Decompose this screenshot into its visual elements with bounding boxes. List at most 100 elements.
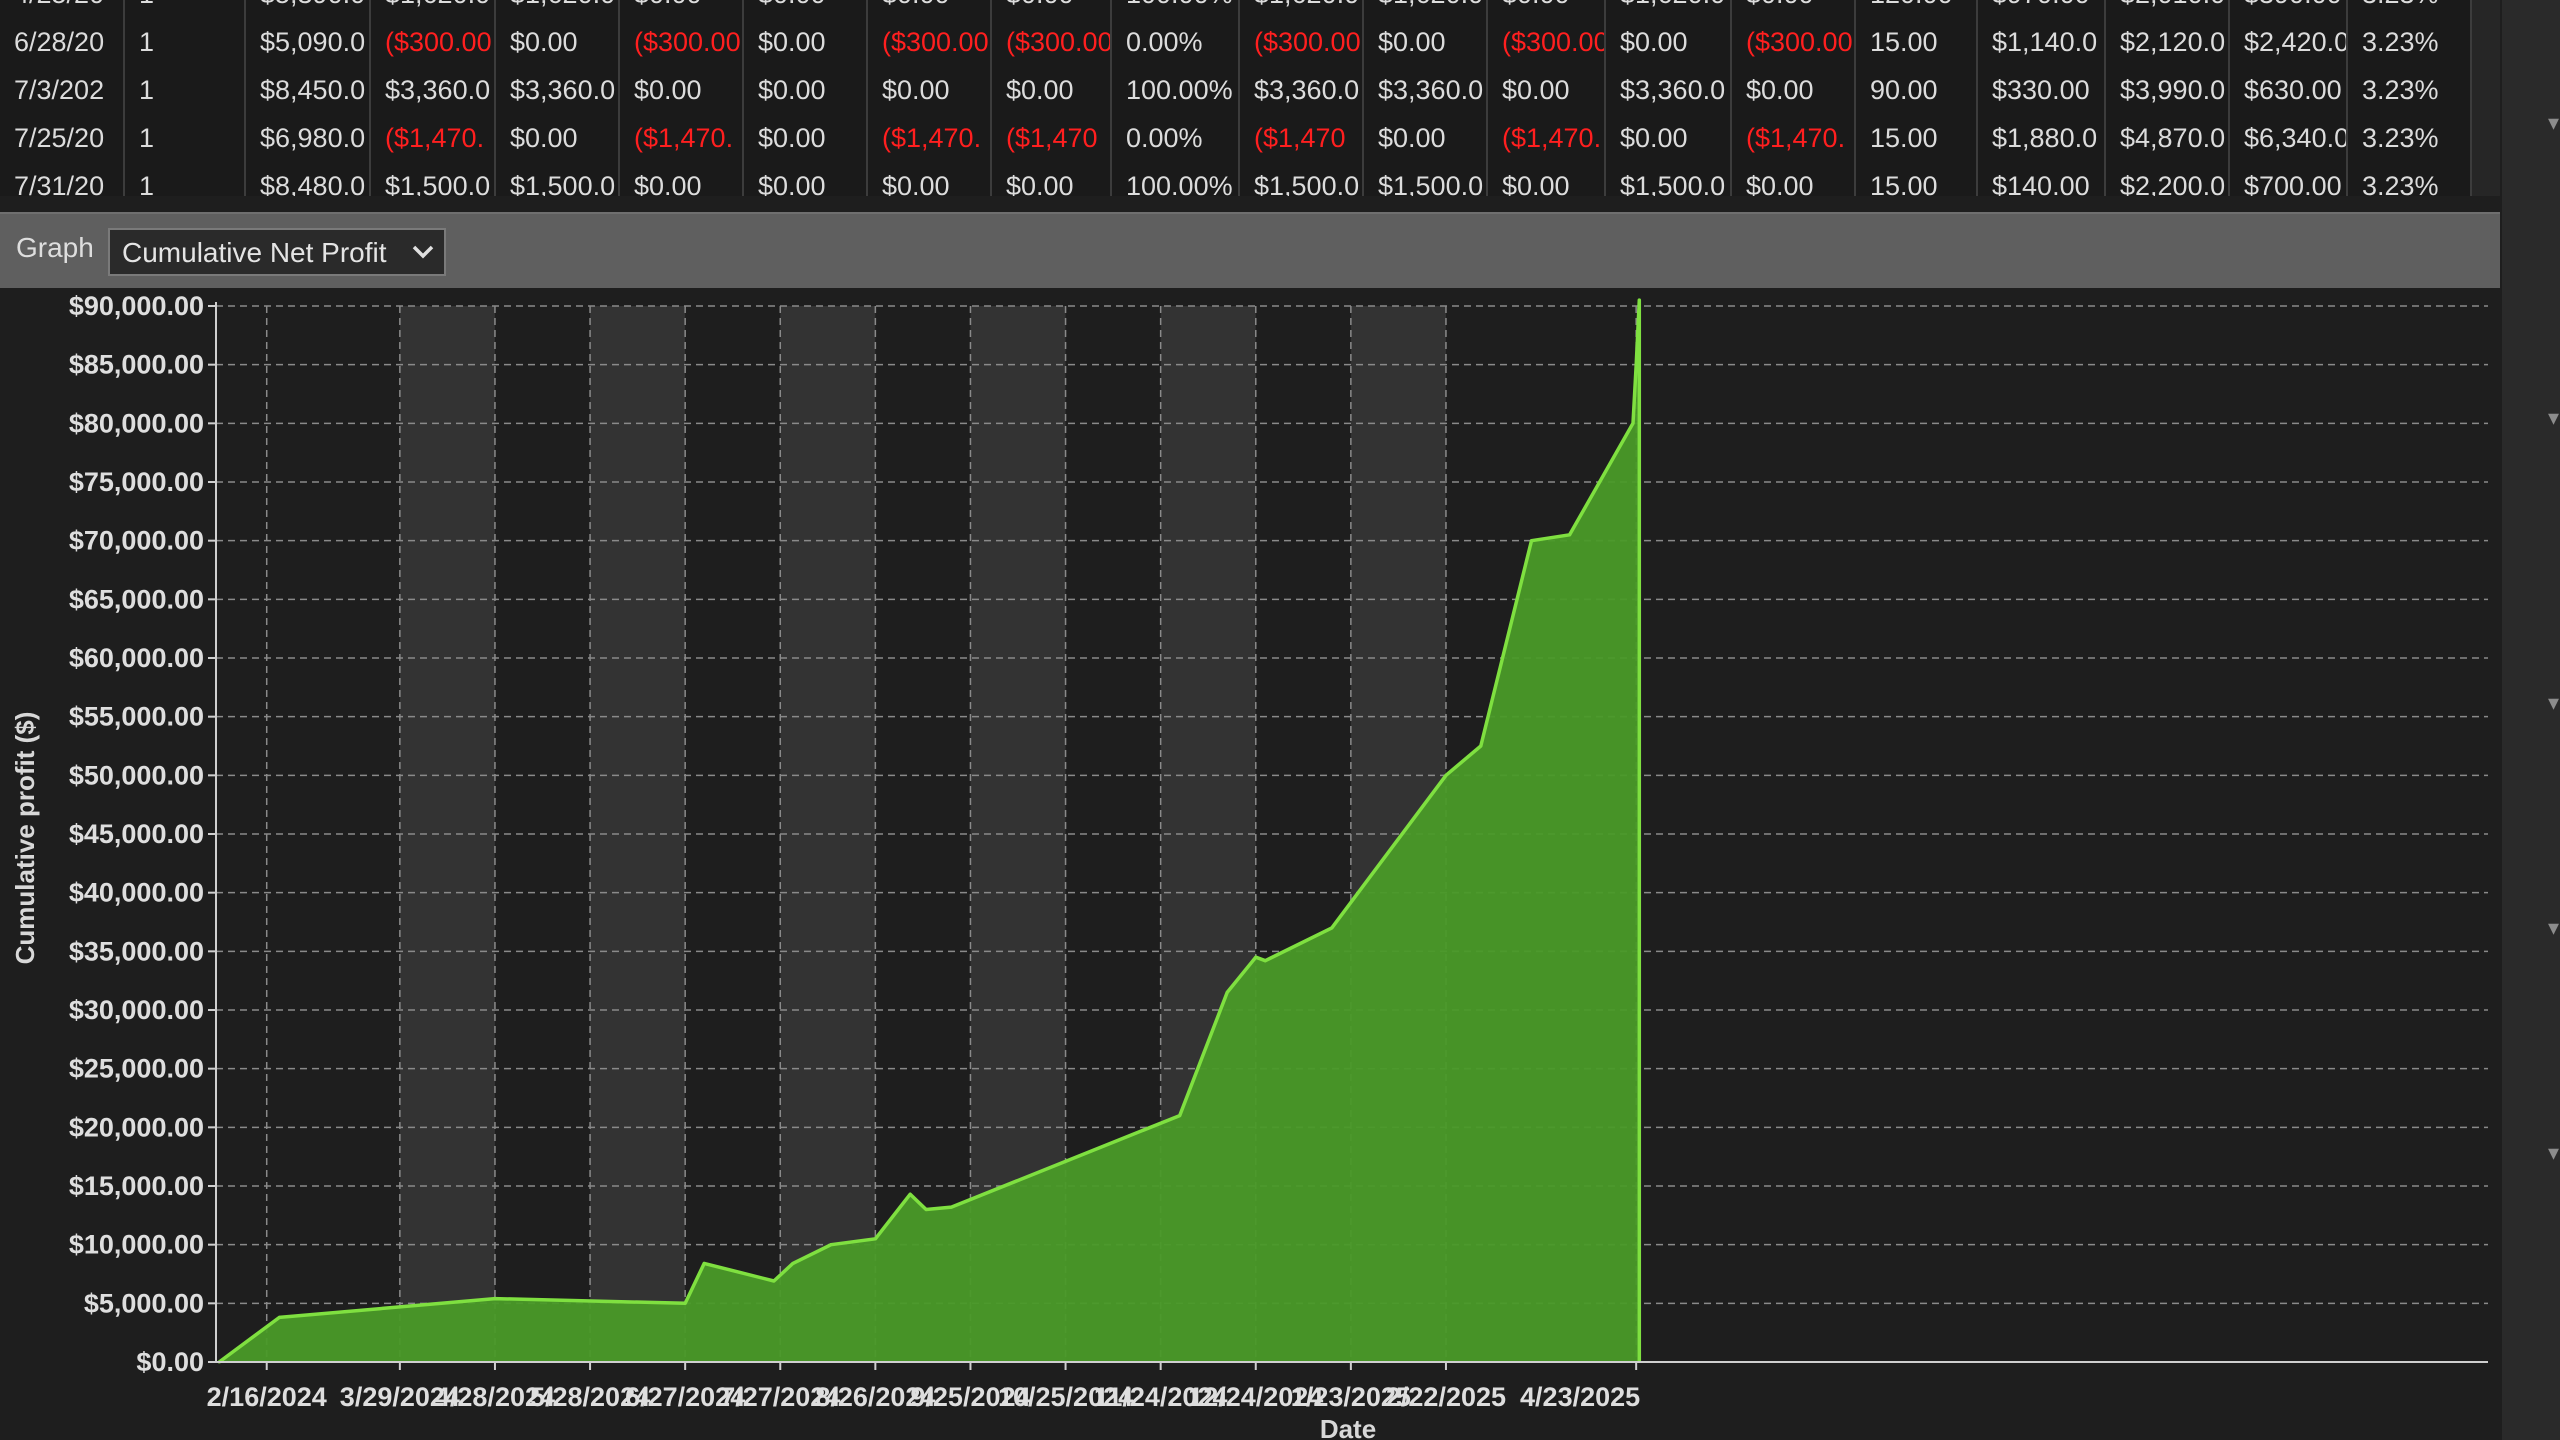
y-tick-label: $80,000.00: [69, 408, 204, 438]
table-cell: $8,480.0: [246, 162, 371, 196]
table-cell: $3,360.0: [496, 66, 620, 114]
table-cell: $0.00: [620, 162, 744, 196]
y-tick-label: $90,000.00: [69, 291, 204, 321]
table-cell: $2,120.0: [2106, 18, 2230, 66]
table-cell: $3,360.0: [1606, 66, 1732, 114]
table-cell: 1: [125, 0, 246, 18]
table-cell: $1,500.0: [371, 162, 496, 196]
table-cell: $0.00: [744, 0, 868, 18]
table-cell: $0.00: [868, 66, 992, 114]
table-cell: $1,140.0: [1978, 18, 2106, 66]
table-cell: 7/25/20: [0, 114, 125, 162]
y-tick-label: $35,000.00: [69, 936, 204, 966]
data-point: [702, 1261, 706, 1265]
table-cell: 7/3/202: [0, 66, 125, 114]
table-row[interactable]: 4/25/201$5,390.0$1,620.0$1,620.0$0.00$0.…: [0, 0, 2500, 18]
y-tick-label: $70,000.00: [69, 526, 204, 556]
table-row[interactable]: 7/31/20 1 $8,480.0 $1,500.0 $1,500.0 $0.00 $0.…: [0, 162, 2500, 196]
chevron-down-icon[interactable]: ▾: [2548, 405, 2559, 431]
table-cell: $0.00: [1732, 0, 1856, 18]
y-tick-label: $50,000.00: [69, 760, 204, 790]
data-point: [829, 1243, 833, 1247]
table-cell: $0.00: [992, 0, 1112, 18]
table-cell: $1,620.0: [496, 0, 620, 18]
graph-type-dropdown[interactable]: Cumulative Net Profit: [108, 228, 446, 276]
chevron-down-icon[interactable]: ▾: [2548, 915, 2559, 941]
data-point: [1631, 421, 1635, 425]
data-point: [683, 1301, 687, 1305]
table-cell: 15.00: [1856, 18, 1978, 66]
table-row[interactable]: 6/28/20 1 $5,090.0 ($300.00 $0.00 ($300.00 $0.…: [0, 18, 2500, 66]
data-point: [791, 1261, 795, 1265]
table-cell: ($1,470.: [371, 114, 496, 162]
table-cell: $2,200.0: [2106, 162, 2230, 196]
x-tick-label: 2/22/2025: [1386, 1382, 1506, 1412]
table-cell: $0.00: [1732, 162, 1856, 196]
table-cell: $8,450.0: [246, 66, 371, 114]
table-cell: 1: [125, 18, 246, 66]
data-point: [1330, 926, 1334, 930]
table-cell: $630.00: [2230, 66, 2348, 114]
table-row[interactable]: 7/3/202 1 $8,450.0 $3,360.0 $3,360.0 $0.00 $0.…: [0, 66, 2500, 114]
table-cell: $5,090.0: [246, 18, 371, 66]
table-cell: 90.00: [1856, 66, 1978, 114]
data-point: [1263, 959, 1267, 963]
data-point: [1479, 744, 1483, 748]
data-point: [1568, 533, 1572, 537]
table-cell: $6,340.0: [2230, 114, 2348, 162]
table-cell: $0.00: [1606, 18, 1732, 66]
table-cell: $0.00: [744, 114, 868, 162]
graph-toolbar: Graph Cumulative Net Profit: [0, 212, 2500, 290]
chevron-down-icon[interactable]: ▾: [2548, 1140, 2559, 1166]
table-cell: $390.00: [2230, 0, 2348, 18]
trades-grid[interactable]: 4/25/201$5,390.0$1,620.0$1,620.0$0.00$0.…: [0, 0, 2500, 196]
table-cell: $0.00: [868, 0, 992, 18]
y-tick-label: $10,000.00: [69, 1230, 204, 1260]
table-cell: $0.00: [1606, 114, 1732, 162]
table-cell: $4,870.0: [2106, 114, 2230, 162]
table-cell: $6,980.0: [246, 114, 371, 162]
x-axis-label: Date: [1320, 1414, 1376, 1440]
table-cell: ($300.00: [1732, 18, 1856, 66]
table-cell: 100.00%: [1112, 162, 1240, 196]
table-cell: $1,620.0: [371, 0, 496, 18]
x-tick-label: 2/16/2024: [207, 1382, 327, 1412]
table-cell: $700.00: [2230, 162, 2348, 196]
table-cell: $5,390.0: [246, 0, 371, 18]
table-cell: 100.00%: [1112, 66, 1240, 114]
table-cell: 3.23%: [2348, 0, 2472, 18]
table-cell: $1,500.0: [1606, 162, 1732, 196]
table-cell: ($300.00: [1240, 18, 1364, 66]
table-cell: $0.00: [744, 162, 868, 196]
table-cell: $0.00: [1488, 162, 1606, 196]
table-cell: $0.00: [496, 114, 620, 162]
table-cell: ($1,470: [1240, 114, 1364, 162]
grid-vertical-scrollbar[interactable]: [2472, 0, 2500, 196]
chevron-down-icon[interactable]: ▾: [2548, 690, 2559, 716]
y-tick-label: $0.00: [136, 1347, 204, 1377]
chevron-down-icon[interactable]: ▾: [2548, 110, 2559, 136]
table-cell: ($300.00: [992, 18, 1112, 66]
table-cell: $1,620.0: [1606, 0, 1732, 18]
data-point: [908, 1192, 912, 1196]
table-cell: $3,360.0: [1240, 66, 1364, 114]
x-tick-label: 4/23/2025: [1520, 1382, 1640, 1412]
data-point: [1530, 539, 1534, 543]
data-point: [772, 1279, 776, 1283]
y-tick-label: $75,000.00: [69, 467, 204, 497]
table-cell: 100.00%: [1112, 0, 1240, 18]
y-tick-label: $85,000.00: [69, 350, 204, 380]
chevron-down-icon: [412, 245, 434, 259]
data-point: [493, 1297, 497, 1301]
table-cell: $1,500.0: [1364, 162, 1488, 196]
data-point: [1254, 955, 1258, 959]
table-cell: $0.00: [620, 66, 744, 114]
table-cell: 1: [125, 162, 246, 196]
table-cell: ($300.00: [620, 18, 744, 66]
table-cell: ($1,470.: [1488, 114, 1606, 162]
table-cell: $1,880.0: [1978, 114, 2106, 162]
table-cell: $0.00: [744, 66, 868, 114]
table-row[interactable]: 7/25/20 1 $6,980.0 ($1,470. $0.00 ($1,470. $0.…: [0, 114, 2500, 162]
table-cell: ($300.00: [868, 18, 992, 66]
table-cell: $0.00: [1488, 0, 1606, 18]
